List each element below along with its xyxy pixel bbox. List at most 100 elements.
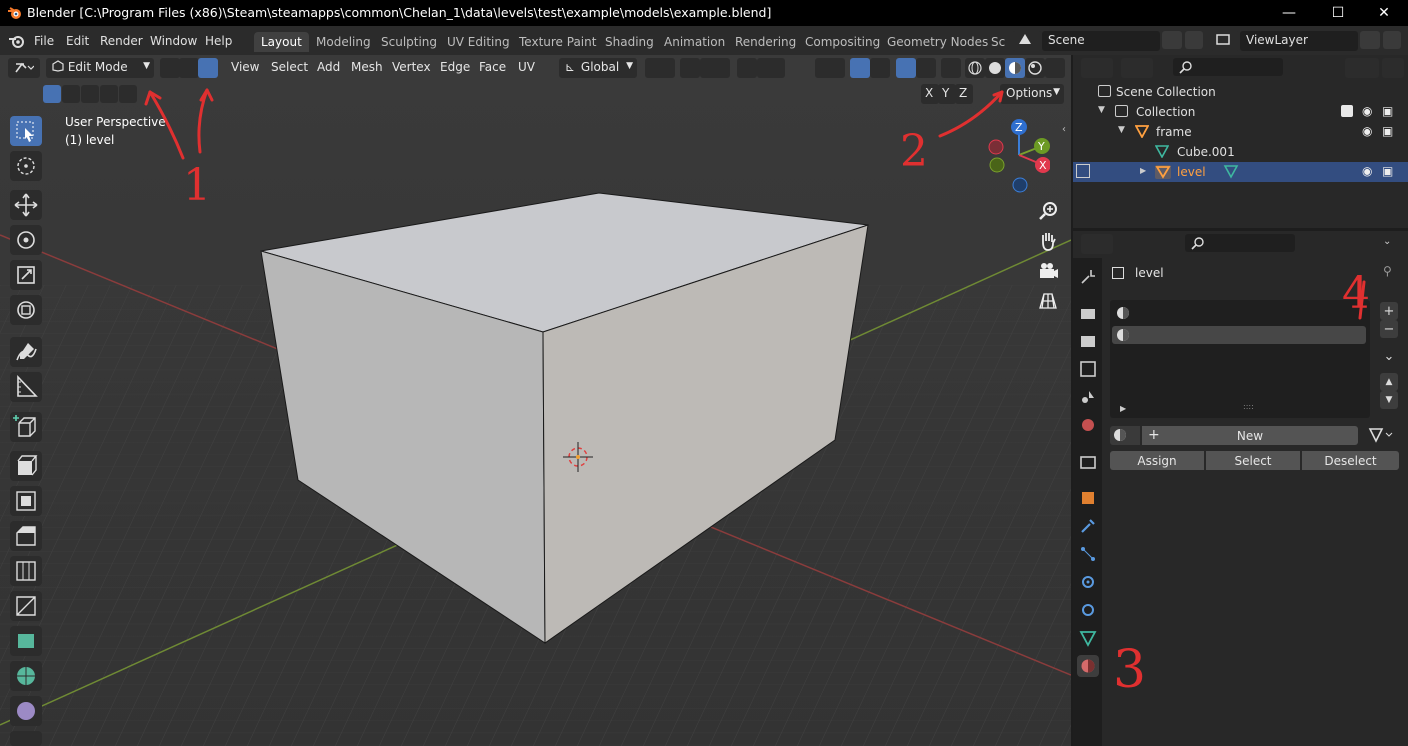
menu-uv[interactable]: UV (518, 60, 535, 74)
mesh-data-icon[interactable] (1223, 164, 1239, 179)
deselect-button[interactable]: Deselect (1302, 451, 1399, 470)
edit-mode-toggle-icon[interactable] (1076, 164, 1090, 178)
particles-tab-icon[interactable] (1077, 543, 1099, 565)
collection-tab-icon[interactable] (1077, 451, 1099, 473)
rendered-shading-icon[interactable] (1025, 58, 1045, 78)
tab-uv-editing[interactable]: UV Editing (440, 32, 517, 52)
proportional-edit-icon[interactable] (737, 58, 757, 78)
physics-tab-icon[interactable] (1077, 571, 1099, 593)
material-preview-shading-icon[interactable] (1005, 58, 1025, 78)
new-viewlayer-icon[interactable] (1360, 31, 1380, 49)
modifier-tab-icon[interactable] (1077, 515, 1099, 537)
new-material-button[interactable]: + New (1142, 426, 1358, 445)
menu-add[interactable]: Add (317, 60, 340, 74)
axis-y-toggle[interactable]: Y (938, 84, 956, 104)
pan-hand-icon[interactable] (1035, 228, 1061, 254)
cursor-tool-icon[interactable] (10, 151, 42, 181)
tab-animation[interactable]: Animation (657, 32, 732, 52)
world-tab-icon[interactable] (1077, 414, 1099, 436)
solid-shading-icon[interactable] (985, 58, 1005, 78)
face-select-icon[interactable] (198, 58, 218, 78)
menu-vertex[interactable]: Vertex (392, 60, 431, 74)
transform-tool-icon[interactable] (10, 295, 42, 325)
outliner-editor-type-icon[interactable] (1081, 58, 1113, 78)
smooth-tool-icon[interactable] (10, 696, 42, 726)
minimize-button[interactable]: — (1266, 0, 1312, 26)
snap-icon[interactable] (680, 58, 700, 78)
wireframe-shading-icon[interactable] (965, 58, 985, 78)
extrude-tool-icon[interactable] (10, 451, 42, 481)
material-tab-icon[interactable] (1077, 655, 1099, 677)
render-tab-icon[interactable] (1077, 302, 1099, 324)
visibility-icon[interactable] (815, 58, 845, 78)
select-extend-icon[interactable] (62, 85, 80, 103)
axis-z-toggle[interactable]: Z (955, 84, 973, 104)
spin-tool-icon[interactable] (10, 661, 42, 691)
add-cube-tool-icon[interactable] (10, 412, 42, 442)
viewlayer-selector[interactable]: ViewLayer (1240, 31, 1358, 51)
expand-arrow-icon[interactable]: ▶ (1120, 404, 1126, 413)
vertex-select-icon[interactable] (160, 58, 180, 78)
new-scene-icon[interactable] (1162, 31, 1182, 49)
tab-texture-paint[interactable]: Texture Paint (512, 32, 603, 52)
snap-target-icon[interactable] (700, 58, 730, 78)
scene-selector[interactable]: Scene (1042, 31, 1160, 51)
tab-scripting[interactable]: Sc (984, 32, 1012, 52)
select-box-tool-icon[interactable] (10, 116, 42, 146)
select-subtract-icon[interactable] (81, 85, 99, 103)
mesh-data-tab-icon[interactable] (1077, 627, 1099, 649)
mode-dropdown[interactable]: Edit Mode ▼ (46, 58, 154, 78)
shading-dropdown-icon[interactable] (1045, 58, 1065, 78)
editor-type-button[interactable] (8, 58, 40, 78)
menu-window[interactable]: Window (150, 34, 197, 48)
new-collection-icon[interactable] (1382, 58, 1404, 78)
scene-browse-button[interactable] (1012, 31, 1042, 51)
menu-face[interactable]: Face (479, 60, 506, 74)
select-intersect-icon[interactable] (119, 85, 137, 103)
constraints-tab-icon[interactable] (1077, 599, 1099, 621)
select-new-icon[interactable] (43, 85, 61, 103)
axis-x-toggle[interactable]: X (921, 84, 939, 104)
close-button[interactable]: ✕ (1361, 0, 1407, 26)
perspective-toggle-icon[interactable] (1035, 288, 1061, 314)
blender-menu-icon[interactable] (8, 34, 26, 48)
bevel-tool-icon[interactable] (10, 521, 42, 551)
add-slot-button[interactable]: + (1380, 302, 1398, 320)
material-slot-1[interactable] (1112, 304, 1366, 322)
tab-sculpting[interactable]: Sculpting (374, 32, 444, 52)
menu-view[interactable]: View (231, 60, 259, 74)
filter-icon[interactable] (1345, 58, 1379, 78)
select-button[interactable]: Select (1206, 451, 1300, 470)
slot-specials-icon[interactable]: ⌄ (1380, 347, 1398, 365)
annotate-tool-icon[interactable] (10, 337, 42, 367)
scale-tool-icon[interactable] (10, 260, 42, 290)
menu-select[interactable]: Select (271, 60, 308, 74)
menu-render[interactable]: Render (100, 34, 143, 48)
menu-file[interactable]: File (34, 34, 54, 48)
navigation-gizmo[interactable]: Z Y X (980, 115, 1050, 195)
include-checkbox[interactable] (1341, 105, 1353, 117)
menu-help[interactable]: Help (205, 34, 232, 48)
sidebar-toggle-icon[interactable]: ‹ (1062, 124, 1066, 135)
resize-handle-icon[interactable]: :::: (1243, 402, 1254, 411)
measure-tool-icon[interactable] (10, 372, 42, 402)
move-tool-icon[interactable] (10, 190, 42, 220)
tab-shading[interactable]: Shading (598, 32, 661, 52)
move-up-icon[interactable]: ▲ (1380, 373, 1398, 391)
camera-icon[interactable]: ▣ (1382, 104, 1393, 118)
outliner-row-level[interactable]: ▶ level ◉ ▣ (1073, 162, 1408, 182)
delete-scene-icon[interactable] (1185, 31, 1203, 49)
assign-button[interactable]: Assign (1110, 451, 1204, 470)
viewlayer-browse-button[interactable] (1210, 31, 1240, 51)
falloff-icon[interactable] (757, 58, 785, 78)
outliner-search-input[interactable] (1173, 58, 1283, 76)
tab-rendering[interactable]: Rendering (728, 32, 803, 52)
transform-orientation-dropdown[interactable]: ⊾ Global ▼ (559, 58, 637, 78)
rotate-tool-icon[interactable] (10, 225, 42, 255)
eye-icon[interactable]: ◉ (1362, 104, 1372, 118)
tab-compositing[interactable]: Compositing (798, 32, 887, 52)
shear-tool-icon[interactable] (10, 731, 42, 746)
tool-tab-icon[interactable] (1077, 266, 1099, 288)
inset-faces-tool-icon[interactable] (10, 486, 42, 516)
options-dropdown[interactable]: Options ▼ (1000, 84, 1064, 104)
